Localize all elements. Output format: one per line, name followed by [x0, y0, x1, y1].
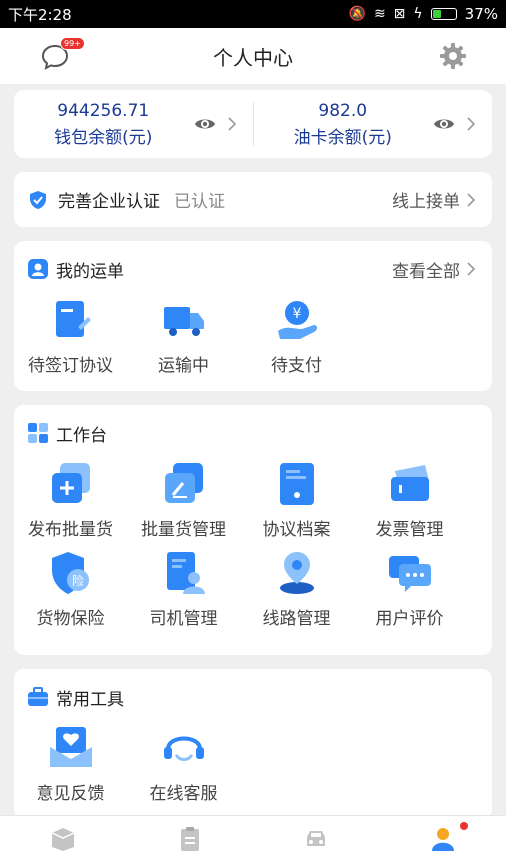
sim-icon: ⊠ — [393, 6, 406, 22]
tab-vehicle[interactable] — [253, 816, 380, 861]
fuel-card-balance[interactable]: 982.0 油卡余额(元) — [254, 90, 493, 158]
profile-icon — [431, 827, 454, 851]
chevron-right-icon — [467, 192, 476, 207]
notification-dot — [460, 822, 468, 830]
tab-cargo[interactable] — [0, 816, 127, 861]
bottom-tab-bar — [0, 815, 506, 861]
publish-batch-cargo[interactable]: 发布批量货 — [14, 461, 127, 540]
tab-profile[interactable] — [380, 816, 506, 861]
grid-icon — [28, 423, 48, 443]
invoice-icon — [390, 465, 429, 501]
chevron-right-icon — [227, 117, 236, 131]
agreement-archive[interactable]: 协议档案 — [240, 461, 353, 540]
battery-icon — [430, 8, 457, 20]
tab-orders[interactable] — [127, 816, 254, 861]
svg-text:险: 险 — [71, 573, 83, 588]
order-in-transit[interactable]: 运输中 — [127, 297, 240, 376]
auth-title: 完善企业认证 — [58, 192, 160, 212]
review-icon — [388, 556, 431, 592]
car-icon — [307, 830, 326, 846]
chevron-right-icon — [467, 117, 476, 131]
cargo-insurance[interactable]: 险 货物保险 — [14, 550, 127, 629]
my-orders-section: 我的运单 查看全部 待签订协议 运输中 ¥ 待支付 — [14, 241, 492, 391]
fuel-amount: 982.0 — [318, 100, 368, 121]
chevron-right-icon — [467, 262, 476, 276]
online-customer-service[interactable]: 在线客服 — [127, 725, 240, 804]
message-badge: 99+ — [60, 37, 85, 50]
wallet-label: 钱包余额(元) — [54, 127, 153, 148]
driver-management[interactable]: 司机管理 — [127, 550, 240, 629]
fuel-label: 油卡余额(元) — [293, 127, 392, 148]
user-reviews[interactable]: 用户评价 — [353, 550, 466, 629]
toolbox-icon — [28, 687, 48, 706]
order-pending-sign[interactable]: 待签订协议 — [14, 297, 127, 376]
wallet-amount: 944256.71 — [57, 100, 150, 121]
batch-cargo-management[interactable]: 批量货管理 — [127, 461, 240, 540]
route-management[interactable]: 线路管理 — [240, 550, 353, 629]
mute-icon: 🔕 — [348, 6, 366, 22]
enterprise-auth-row[interactable]: 完善企业认证 已认证 线上接单 — [14, 172, 492, 227]
driver-icon — [166, 552, 205, 594]
auth-status: 已认证 — [174, 192, 225, 212]
agreement-icon — [279, 463, 314, 505]
route-icon — [279, 552, 314, 594]
workbench-section: 工作台 发布批量货 批量货管理 协议档案 发票管理 险 货物保险 司机管理 线路… — [14, 405, 492, 655]
shield-check-icon — [30, 190, 46, 209]
wifi-icon: ≋ — [373, 6, 386, 22]
wallet-balance[interactable]: 944256.71 钱包余额(元) — [14, 90, 253, 158]
balance-card: 944256.71 钱包余额(元) 982.0 油卡余额(元) — [14, 90, 492, 158]
online-order-link[interactable]: 线上接单 — [392, 187, 460, 212]
svg-text:¥: ¥ — [292, 306, 301, 322]
cargo-manage-icon — [164, 463, 203, 503]
status-bar: 下午2:28 🔕 ≋ ⊠ ϟ 37% — [0, 0, 506, 28]
feedback[interactable]: 意见反馈 — [14, 725, 127, 804]
orders-list-icon — [180, 826, 199, 851]
tools-title: 常用工具 — [56, 689, 124, 710]
gear-icon[interactable] — [438, 41, 468, 71]
customer-service-icon — [163, 736, 204, 761]
invoice-management[interactable]: 发票管理 — [353, 461, 466, 540]
feedback-icon — [49, 727, 92, 767]
tools-section: 常用工具 意见反馈 在线客服 — [14, 669, 492, 819]
add-cargo-icon — [51, 463, 90, 503]
workbench-title: 工作台 — [56, 425, 107, 446]
order-pending-payment[interactable]: ¥ 待支付 — [240, 297, 353, 376]
page-header: 99+ 个人中心 — [0, 28, 506, 84]
eye-icon[interactable] — [193, 112, 217, 136]
cargo-box-icon — [51, 827, 75, 851]
orders-title: 我的运单 — [56, 261, 124, 282]
status-time: 下午2:28 — [8, 5, 72, 24]
page-title: 个人中心 — [213, 45, 293, 70]
eye-icon[interactable] — [432, 112, 456, 136]
charging-icon: ϟ — [413, 6, 423, 22]
document-icon — [55, 301, 91, 337]
battery-text: 37% — [464, 5, 498, 23]
user-circle-icon — [28, 259, 48, 279]
yen-hand-icon: ¥ — [277, 301, 317, 339]
insurance-icon: 险 — [51, 552, 89, 594]
truck-icon — [163, 307, 204, 336]
view-all-link[interactable]: 查看全部 — [392, 257, 460, 282]
